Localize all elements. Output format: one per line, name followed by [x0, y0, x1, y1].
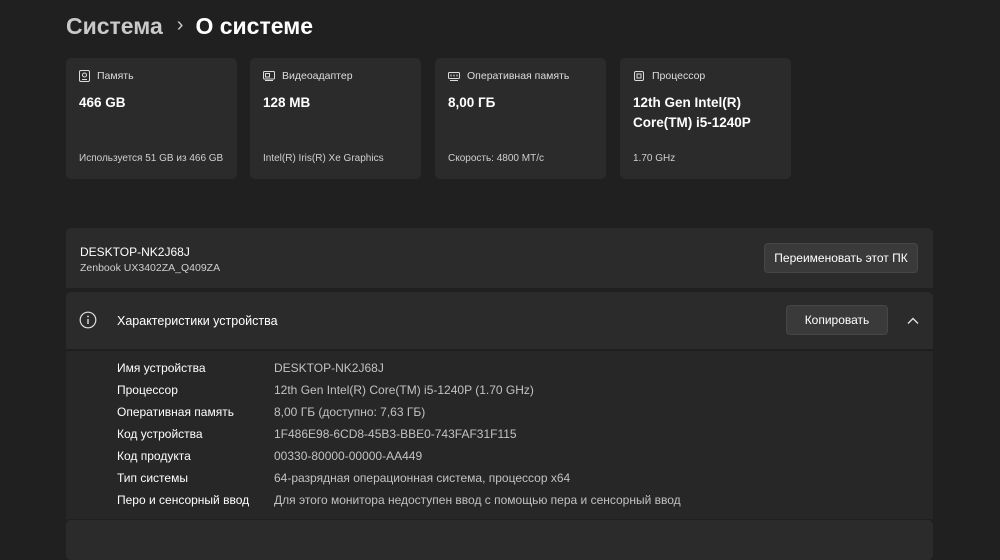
ram-icon [448, 71, 460, 81]
cpu-icon [634, 71, 644, 81]
cpu-card-footer: 1.70 GHz [633, 153, 676, 164]
spec-label: Имя устройства [117, 361, 206, 375]
ram-card-footer: Скорость: 4800 MT/c [448, 153, 544, 164]
breadcrumb: Система › О системе [66, 10, 313, 42]
storage-card-value: 466 GB [79, 95, 126, 110]
spec-label: Перо и сенсорный ввод [117, 493, 250, 507]
storage-card-label: Память [97, 70, 134, 82]
spec-value: 8,00 ГБ (доступно: 7,63 ГБ) [274, 405, 426, 419]
breadcrumb-chevron-icon: › [176, 13, 184, 36]
spec-label: Оперативная память [117, 405, 234, 419]
cpu-card-header: Процессор [633, 70, 705, 82]
device-model: Zenbook UX3402ZA_Q409ZA [80, 262, 221, 274]
storage-icon [79, 70, 90, 82]
spec-label: Код устройства [117, 427, 203, 441]
ram-card-label: Оперативная память [467, 70, 570, 82]
spec-label: Процессор [117, 383, 178, 397]
cpu-card-value-line1: 12th Gen Intel(R) [633, 95, 742, 110]
gpu-card-footer: Intel(R) Iris(R) Xe Graphics [263, 153, 384, 164]
gpu-card[interactable]: Видеоадаптер 128 MB Intel(R) Iris(R) Xe … [250, 58, 421, 179]
device-specs-title: Характеристики устройства [117, 314, 278, 328]
ram-card-header: Оперативная память [448, 70, 569, 82]
cpu-card-value: 12th Gen Intel(R) Core(TM) i5-1240P [633, 93, 751, 133]
gpu-icon [263, 71, 275, 81]
device-specs-header[interactable]: Характеристики устройства Копировать [66, 292, 933, 349]
spec-value: 1F486E98-6CD8-45B3-BBE0-743FAF31F115 [274, 427, 517, 441]
ram-card[interactable]: Оперативная память 8,00 ГБ Скорость: 480… [435, 58, 606, 179]
spec-label: Код продукта [117, 449, 191, 463]
chevron-up-icon[interactable] [904, 312, 922, 330]
device-name: DESKTOP-NK2J68J [80, 245, 190, 259]
rename-pc-button[interactable]: Переименовать этот ПК [764, 243, 918, 273]
info-icon [79, 311, 97, 329]
gpu-card-label: Видеоадаптер [282, 70, 353, 82]
spec-value: 00330-80000-00000-AA449 [274, 449, 423, 463]
device-name-panel: DESKTOP-NK2J68J Zenbook UX3402ZA_Q409ZA … [66, 228, 933, 288]
spec-value: Для этого монитора недоступен ввод с пом… [274, 493, 681, 507]
gpu-card-header: Видеоадаптер [263, 70, 353, 82]
page-title: О системе [195, 12, 314, 39]
storage-card-footer: Используется 51 GB из 466 GB [79, 153, 224, 164]
spec-value: 12th Gen Intel(R) Core(TM) i5-1240P (1.7… [274, 383, 534, 397]
spec-value: 64-разрядная операционная система, проце… [274, 471, 571, 485]
spec-label: Тип системы [117, 471, 188, 485]
cpu-card[interactable]: Процессор 12th Gen Intel(R) Core(TM) i5-… [620, 58, 791, 179]
cpu-card-label: Процессор [652, 70, 706, 82]
gpu-card-value: 128 MB [263, 95, 311, 110]
breadcrumb-parent-link[interactable]: Система [66, 13, 163, 40]
next-section-panel [66, 520, 933, 560]
cpu-card-value-line2: Core(TM) i5-1240P [633, 115, 751, 130]
storage-card[interactable]: Память 466 GB Используется 51 GB из 466 … [66, 58, 237, 179]
copy-button[interactable]: Копировать [786, 305, 888, 335]
storage-card-header: Память [79, 70, 134, 82]
device-specs-list: Имя устройства DESKTOP-NK2J68J Процессор… [66, 350, 933, 519]
ram-card-value: 8,00 ГБ [448, 95, 496, 110]
spec-value: DESKTOP-NK2J68J [274, 361, 384, 375]
